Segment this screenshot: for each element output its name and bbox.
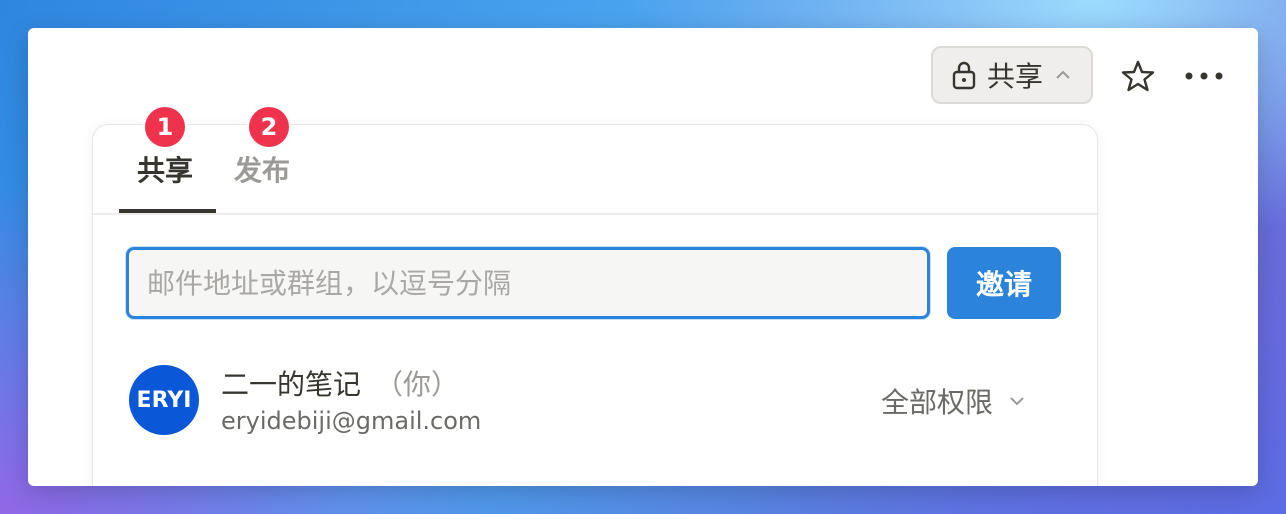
chevron-up-icon [1056, 70, 1070, 79]
member-email: eryidebiji@gmail.com [221, 407, 482, 435]
invite-button-label: 邀请 [975, 268, 1032, 301]
invite-button[interactable]: 邀请 [947, 247, 1061, 319]
star-icon [1121, 60, 1155, 92]
avatar-text: ERYI [136, 387, 192, 413]
tab-share-label: 共享 [137, 154, 194, 187]
step-badge-1: 1 [145, 107, 185, 147]
app-window: 共享 共享 发布 1 2 邀请 [28, 28, 1258, 486]
permission-label: 全部权限 [881, 386, 994, 419]
member-you-label: （你） [375, 368, 460, 401]
tab-publish-label: 发布 [234, 154, 291, 187]
tab-share[interactable]: 共享 [137, 153, 193, 189]
share-panel: 共享 发布 1 2 邀请 ERYI 二一的笔记 （你） eryidebiji@gm… [92, 107, 1098, 486]
member-name: 二一的笔记 （你） [221, 363, 459, 403]
tab-publish[interactable]: 发布 [234, 153, 290, 189]
share-button[interactable]: 共享 [931, 46, 1093, 104]
lock-icon [952, 61, 976, 90]
favorite-button[interactable] [1120, 58, 1156, 94]
more-options-button[interactable] [1184, 64, 1224, 88]
member-name-text: 二一的笔记 [221, 368, 362, 401]
more-horizontal-icon [1185, 72, 1223, 80]
active-tab-indicator [119, 209, 216, 213]
share-panel-tabs: 共享 发布 [93, 125, 1097, 215]
permission-select[interactable]: 全部权限 [881, 381, 1027, 421]
invite-email-input[interactable] [126, 247, 930, 319]
chevron-down-icon [1010, 397, 1024, 406]
avatar: ERYI [129, 365, 199, 435]
share-button-label: 共享 [986, 60, 1043, 93]
step-badge-2: 2 [249, 107, 289, 147]
